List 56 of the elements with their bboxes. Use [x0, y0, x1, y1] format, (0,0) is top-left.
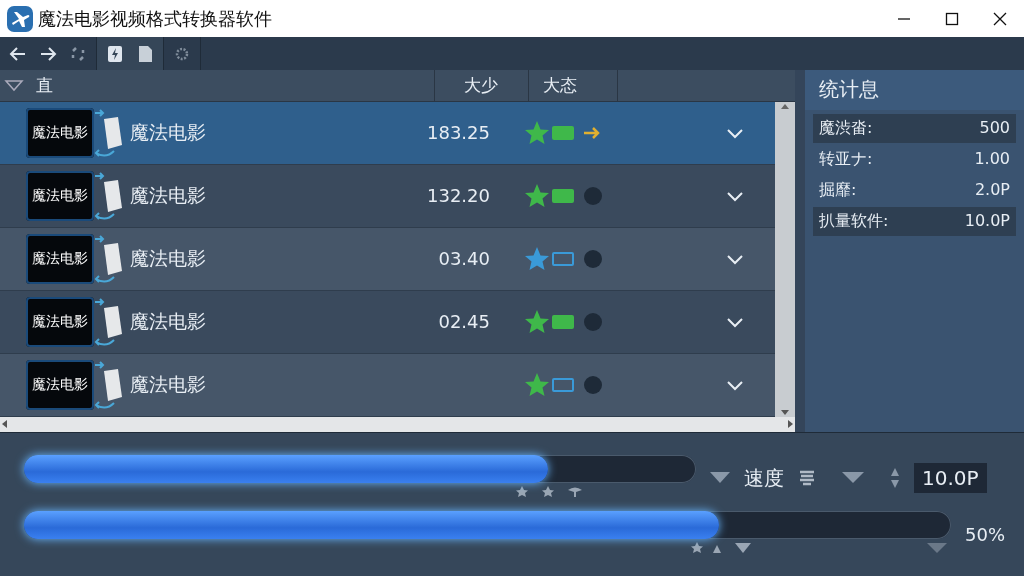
vertical-scrollbar[interactable] — [775, 101, 795, 417]
stat-value: 1.00 — [974, 149, 1010, 170]
plane-logo-icon — [6, 4, 34, 33]
video-thumbnail: 魔法电影 — [26, 359, 94, 410]
stacked-lines-icon — [798, 469, 816, 487]
dropdown-triangle-icon[interactable] — [710, 472, 730, 484]
spinner-arrows-icon[interactable] — [890, 467, 900, 489]
stat-label: 魔渋畓: — [819, 118, 873, 139]
stat-label: 掘靡: — [819, 180, 857, 201]
file-row[interactable]: 魔法电影 魔法电影 132.20 — [0, 164, 775, 228]
stat-label: 扒量软件: — [819, 211, 889, 232]
close-icon[interactable] — [993, 11, 1007, 26]
file-name: 魔法电影 — [130, 119, 207, 145]
scroll-left-icon[interactable] — [0, 419, 10, 430]
speed-value-field[interactable]: 10.0P — [914, 463, 987, 493]
status-toggle[interactable] — [552, 251, 574, 266]
video-thumbnail: 魔法电影 — [26, 233, 94, 284]
column-header[interactable]: 大态 — [543, 73, 577, 97]
stat-value: 10.0P — [964, 211, 1010, 232]
progress-percent: 50% — [965, 523, 1005, 545]
stat-value: 2.0P — [974, 180, 1010, 201]
file-row[interactable]: 魔法电影 魔法电影 — [0, 353, 775, 417]
video-thumbnail: 魔法电影 — [26, 107, 94, 158]
dropdown-triangle-icon[interactable] — [842, 472, 864, 484]
file-size: 02.45 — [437, 311, 490, 333]
status-toggle[interactable] — [552, 314, 574, 329]
scroll-right-icon[interactable] — [785, 419, 795, 430]
status-toggle[interactable] — [552, 377, 574, 392]
stat-label: 转亚ナ: — [819, 149, 873, 170]
maximize-icon[interactable] — [945, 11, 959, 26]
file-row[interactable]: 魔法电影 魔法电影 03.40 — [0, 227, 775, 291]
status-dot — [584, 249, 602, 268]
column-header[interactable]: 直 — [36, 73, 53, 97]
file-name: 魔法电影 — [130, 182, 207, 208]
file-size: 132.20 — [426, 185, 490, 207]
file-row[interactable]: 魔法电影 魔法电影 02.45 — [0, 290, 775, 354]
file-name: 魔法电影 — [130, 308, 207, 334]
file-row[interactable]: 魔法电影 魔法电影 183.25 — [0, 101, 775, 165]
speed-label: 速度 — [744, 464, 784, 492]
video-thumbnail: 魔法电影 — [26, 296, 94, 347]
file-size: 03.40 — [437, 248, 490, 270]
status-toggle[interactable] — [552, 125, 574, 140]
right-arrow-icon — [582, 124, 602, 141]
status-dot — [584, 186, 602, 205]
file-name: 魔法电影 — [130, 371, 207, 397]
status-dot — [584, 312, 602, 331]
file-size: 183.25 — [426, 122, 490, 144]
status-toggle[interactable] — [552, 188, 574, 203]
video-thumbnail: 魔法电影 — [26, 170, 94, 221]
file-name: 魔法电影 — [130, 245, 207, 271]
sort-triangle-icon[interactable] — [4, 78, 24, 93]
column-header[interactable]: 大少 — [464, 73, 498, 97]
window-title: 魔法电影视频格式转换器软件 — [38, 6, 273, 31]
stat-value: 500 — [979, 118, 1010, 139]
status-dot — [584, 375, 602, 394]
panel-title: 统计息 — [805, 70, 1024, 110]
